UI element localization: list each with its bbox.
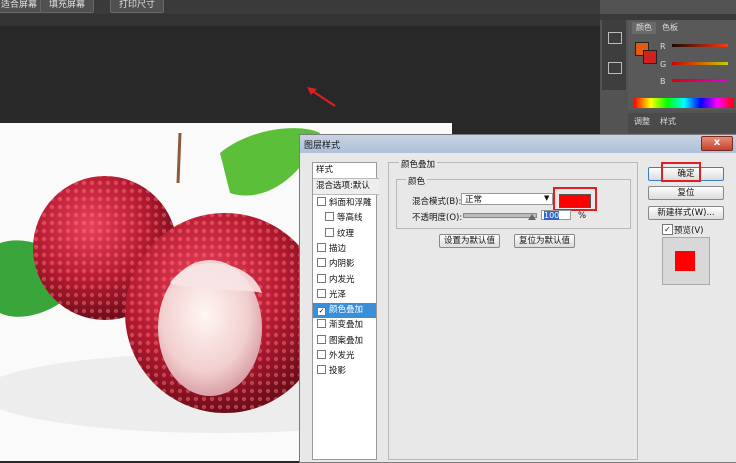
set-default-button[interactable]: 设置为默认值 xyxy=(439,234,501,248)
style-item-label: 内发光 xyxy=(329,274,355,285)
adjustments-panel-header: 调整 样式 xyxy=(628,113,736,133)
style-checkbox[interactable] xyxy=(325,227,334,237)
style-checkbox[interactable] xyxy=(317,334,326,344)
panel-icon-strip xyxy=(602,20,626,90)
styles-list: 样式 混合选项:默认 斜面和浮雕 等高线 纹理 描边 内阴影 内发光 光泽 ✓ 颜色叠加 渐变叠加… xyxy=(312,162,379,460)
style-item-label: 图案叠加 xyxy=(329,335,364,346)
style-checkbox[interactable] xyxy=(317,258,326,268)
style-item[interactable]: ✓ 颜色叠加 xyxy=(313,303,376,319)
blend-options-item[interactable]: 混合选项:默认 xyxy=(313,179,379,195)
reset-button[interactable]: 复位 xyxy=(648,186,724,200)
style-item[interactable]: 斜面和浮雕 xyxy=(313,196,376,211)
annotation-arrow-icon xyxy=(307,87,336,107)
preview-color-swatch xyxy=(675,251,695,271)
style-item[interactable]: 渐变叠加 xyxy=(313,318,376,333)
style-checkbox[interactable] xyxy=(317,365,326,375)
style-item[interactable]: 投影 xyxy=(313,364,376,379)
style-item[interactable]: 外发光 xyxy=(313,349,376,364)
subsection-title: 颜色 xyxy=(406,175,428,187)
style-item[interactable]: 内阴影 xyxy=(313,257,376,272)
options-bar: 适合屏幕 填充屏幕 打印尺寸 xyxy=(0,0,600,15)
dialog-title: 图层样式 xyxy=(304,141,341,151)
style-checkbox[interactable] xyxy=(317,197,326,206)
tab-color[interactable]: 颜色 xyxy=(632,22,656,34)
fill-screen-button[interactable]: 填充屏幕 xyxy=(40,0,95,13)
opacity-unit: % xyxy=(578,211,587,221)
tab-swatches[interactable]: 色板 xyxy=(658,22,682,34)
chevron-down-icon: ▼ xyxy=(544,194,550,202)
style-checkbox[interactable] xyxy=(317,242,326,252)
style-checkbox[interactable] xyxy=(317,319,326,329)
style-item-label: 颜色叠加 xyxy=(329,305,364,316)
g-slider[interactable] xyxy=(672,62,728,65)
history-icon[interactable] xyxy=(608,32,622,44)
style-checkbox[interactable]: ✓ xyxy=(317,307,326,317)
properties-icon[interactable] xyxy=(608,62,622,74)
opacity-slider[interactable] xyxy=(463,213,537,218)
style-item-label: 投影 xyxy=(329,366,347,377)
tab-adjustments[interactable]: 调整 xyxy=(634,116,650,127)
reset-default-button[interactable]: 复位为默认值 xyxy=(514,234,576,248)
tab-styles[interactable]: 样式 xyxy=(660,116,676,127)
opacity-label: 不透明度(O): xyxy=(412,213,463,223)
style-checkbox[interactable] xyxy=(317,350,326,359)
r-slider[interactable] xyxy=(672,44,728,47)
b-label: B xyxy=(660,77,666,86)
b-slider[interactable] xyxy=(672,79,728,82)
r-label: R xyxy=(660,42,666,51)
style-checkbox[interactable] xyxy=(317,273,326,283)
style-item-label: 描边 xyxy=(329,243,347,254)
opacity-value: 100 xyxy=(544,211,560,220)
style-item[interactable]: 图案叠加 xyxy=(313,334,376,349)
style-item[interactable]: 纹理 xyxy=(313,227,376,242)
preview-label: 预览(V) xyxy=(674,226,704,236)
layer-style-dialog: 图层样式 x 样式 混合选项:默认 斜面和浮雕 等高线 纹理 描边 内阴影 内发光 光泽 ✓ 颜… xyxy=(299,134,736,463)
style-item-label: 内阴影 xyxy=(329,259,355,270)
styles-header[interactable]: 样式 xyxy=(313,163,379,179)
style-item[interactable]: 内发光 xyxy=(313,273,376,288)
style-item-label: 纹理 xyxy=(337,228,355,239)
swatch-highlight-box xyxy=(553,187,597,211)
style-item[interactable]: 等高线 xyxy=(313,211,376,226)
style-item[interactable]: 光泽 xyxy=(313,288,376,303)
style-checkbox[interactable] xyxy=(317,288,326,298)
new-style-button[interactable]: 新建样式(W)... xyxy=(648,206,724,220)
style-item-label: 渐变叠加 xyxy=(329,320,364,331)
opacity-input[interactable]: 100 xyxy=(541,210,571,220)
dialog-title-bar[interactable]: 图层样式 x xyxy=(300,135,736,153)
preview-checkbox[interactable]: ✓ xyxy=(662,224,673,235)
color-spectrum[interactable] xyxy=(634,98,734,108)
ok-highlight-box xyxy=(661,162,701,182)
opacity-slider-thumb[interactable] xyxy=(528,214,536,220)
style-checkbox[interactable] xyxy=(325,212,334,222)
style-item-label: 等高线 xyxy=(337,213,363,224)
g-label: G xyxy=(660,60,667,69)
blend-mode-label: 混合模式(B): xyxy=(412,197,462,207)
document-tab-bar xyxy=(0,14,600,26)
close-button[interactable]: x xyxy=(701,136,733,151)
print-size-button[interactable]: 打印尺寸 xyxy=(110,0,165,13)
style-item[interactable]: 描边 xyxy=(313,242,376,257)
section-title: 颜色叠加 xyxy=(399,158,438,170)
style-item-label: 外发光 xyxy=(329,351,355,361)
style-item-label: 光泽 xyxy=(329,289,347,300)
blend-mode-select[interactable]: 正常 xyxy=(461,193,553,205)
background-color-swatch[interactable] xyxy=(643,50,657,64)
style-item-label: 斜面和浮雕 xyxy=(329,198,372,208)
